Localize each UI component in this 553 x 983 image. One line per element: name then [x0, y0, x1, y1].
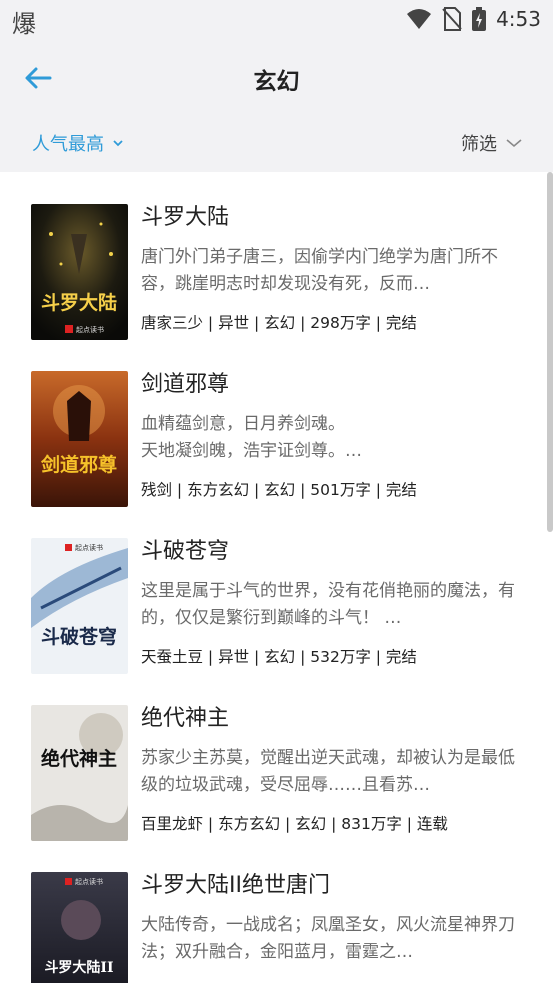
- cover-title: 剑道邪尊: [40, 453, 117, 476]
- book-intro: 这里是属于斗气的世界，没有花俏艳丽的魔法，有的，仅仅是繁衍到巅峰的斗气！ …: [141, 581, 515, 628]
- book-intro: 苏家少主苏莫，觉醒出逆天武魂，却被认为是最低级的垃圾武魂，受尽屈辱……且看苏…: [141, 748, 515, 795]
- book-intro: 唐门外门弟子唐三，因偷学内门绝学为唐门所不容，跳崖明志时却发现没有死，反而…: [141, 247, 498, 294]
- scrollbar[interactable]: [547, 172, 553, 532]
- wifi-icon: [407, 9, 432, 29]
- book-cover: 斗罗大陆 起点读书: [31, 204, 128, 340]
- page-title: 玄幻: [253, 69, 300, 95]
- cover-title: 绝代神主: [41, 747, 117, 770]
- book-title: 绝代神主: [141, 706, 230, 731]
- filter-button[interactable]: 筛选: [461, 130, 523, 156]
- book-item[interactable]: 起点读书 斗罗大陆II 斗罗大陆II绝世唐门 大陆传奇，一战成名；凤凰圣女，风火…: [0, 840, 553, 983]
- sort-label: 人气最高: [32, 134, 104, 155]
- book-meta: 百里龙虾 | 东方玄幻 | 玄幻 | 831万字 | 连载: [141, 815, 448, 833]
- cover-title: 斗破苍穹: [41, 625, 117, 648]
- book-intro: 血精蕴剑意，日月养剑魂。 天地凝剑魄，浩宇证剑尊。…: [141, 414, 362, 461]
- book-title: 斗罗大陆: [141, 205, 230, 230]
- book-item[interactable]: 起点读书 斗破苍穹 斗破苍穹 这里是属于斗气的世界，没有花俏艳丽的魔法，有的，仅…: [0, 506, 553, 674]
- book-item[interactable]: 剑道邪尊 剑道邪尊 血精蕴剑意，日月养剑魂。 天地凝剑魄，浩宇证剑尊。… 残剑 …: [0, 339, 553, 507]
- battery-charging-icon: [472, 7, 487, 31]
- cover-brand: 起点读书: [76, 325, 104, 334]
- book-cover: 起点读书 斗罗大陆II: [31, 872, 128, 983]
- app-notification-icon: 爆: [12, 10, 36, 38]
- book-meta: 天蚕土豆 | 异世 | 玄幻 | 532万字 | 完结: [141, 648, 417, 666]
- cover-title: 斗罗大陆: [41, 291, 117, 314]
- sort-dropdown[interactable]: 人气最高: [32, 130, 124, 156]
- top-bar: 玄幻: [0, 38, 553, 118]
- book-cover: 绝代神主: [31, 705, 128, 841]
- book-item[interactable]: 斗罗大陆 起点读书 斗罗大陆 唐门外门弟子唐三，因偷学内门绝学为唐门所不容，跳崖…: [0, 172, 553, 340]
- book-title: 剑道邪尊: [141, 372, 230, 397]
- book-cover: 起点读书 斗破苍穹: [31, 538, 128, 674]
- book-title: 斗破苍穹: [141, 539, 230, 564]
- cover-brand: 起点读书: [75, 877, 103, 886]
- chevron-down-icon: [506, 139, 522, 148]
- book-list[interactable]: 斗罗大陆 起点读书 斗罗大陆 唐门外门弟子唐三，因偷学内门绝学为唐门所不容，跳崖…: [0, 172, 553, 983]
- status-bar: 爆 4:53: [0, 0, 553, 38]
- book-item[interactable]: 绝代神主 绝代神主 苏家少主苏莫，觉醒出逆天武魂，却被认为是最低级的垃圾武魂，受…: [0, 673, 553, 841]
- cover-brand: 起点读书: [75, 543, 103, 552]
- book-intro: 大陆传奇，一战成名；凤凰圣女，风火流星神界刀法；双升融合，金阳蓝月，雷霆之…: [141, 915, 515, 962]
- cover-title: 斗罗大陆II: [44, 959, 113, 976]
- filter-bar: 人气最高 筛选: [0, 118, 553, 166]
- book-cover: 剑道邪尊: [31, 371, 128, 507]
- book-meta: 唐家三少 | 异世 | 玄幻 | 298万字 | 完结: [141, 314, 417, 332]
- chevron-down-icon: [113, 140, 123, 147]
- no-sim-icon: [442, 7, 462, 31]
- status-icons: 4:53: [406, 7, 541, 31]
- book-title: 斗罗大陆II绝世唐门: [141, 873, 330, 898]
- book-meta: 残剑 | 东方玄幻 | 玄幻 | 501万字 | 完结: [141, 481, 417, 499]
- clock: 4:53: [496, 7, 541, 31]
- filter-label: 筛选: [461, 134, 497, 155]
